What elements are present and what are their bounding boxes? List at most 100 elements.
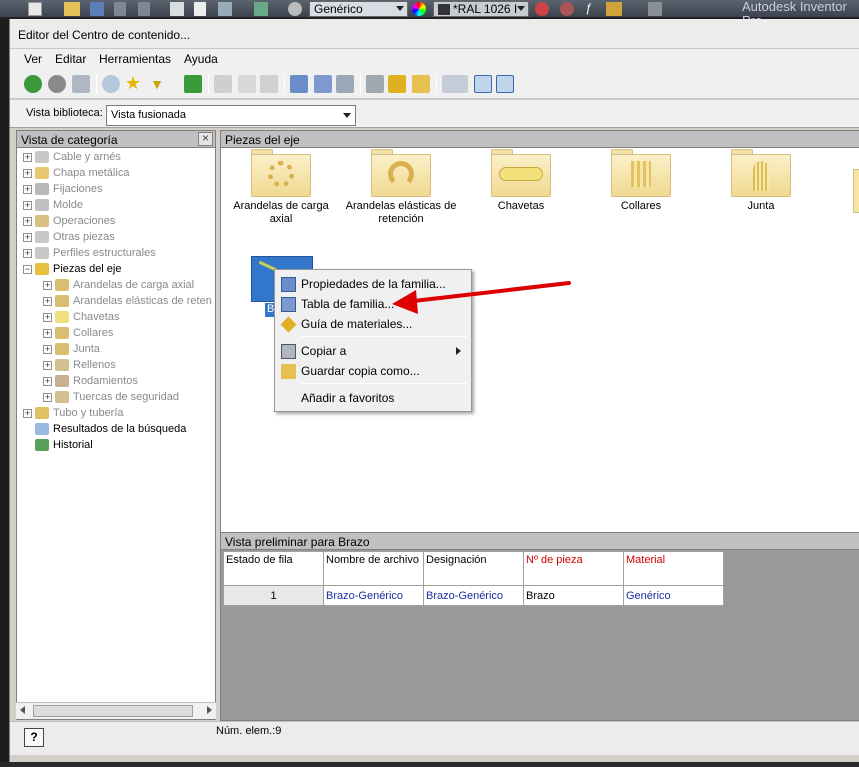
author-icon[interactable] xyxy=(412,75,430,93)
tree-item[interactable]: + Tuercas de seguridad xyxy=(43,389,179,405)
table-view-icon[interactable] xyxy=(336,75,354,93)
send-icon[interactable] xyxy=(218,2,232,16)
expand-icon[interactable]: + xyxy=(43,392,52,402)
tree-item[interactable]: + Fijaciones xyxy=(23,181,103,197)
menu-ayuda[interactable]: Ayuda xyxy=(184,52,218,66)
new-category-icon[interactable] xyxy=(214,75,232,93)
measure-icon[interactable] xyxy=(606,2,622,16)
family-folder-seal[interactable]: Junta xyxy=(701,149,821,213)
help-button[interactable]: ? xyxy=(24,728,44,747)
table-cell[interactable]: Brazo xyxy=(523,585,624,606)
family-folder-collars[interactable]: Collares xyxy=(581,149,701,213)
color-dropdown[interactable]: *RAL 1026 I xyxy=(433,1,529,17)
redo-icon[interactable] xyxy=(138,2,150,16)
delete-icon[interactable] xyxy=(260,75,278,93)
family-folder-keys[interactable]: Chavetas xyxy=(461,149,581,213)
table-cell[interactable]: Genérico xyxy=(623,585,724,606)
family-folder-axial-washers[interactable]: Arandelas de carga axial xyxy=(221,149,341,226)
print-icon[interactable] xyxy=(170,2,184,16)
refresh-icon[interactable] xyxy=(184,75,202,93)
expand-icon[interactable]: + xyxy=(43,296,52,306)
appearance-icon[interactable] xyxy=(535,2,549,16)
category-horizontal-scrollbar[interactable] xyxy=(16,702,216,719)
tree-item[interactable]: + Chavetas xyxy=(43,309,119,325)
back-icon[interactable] xyxy=(24,75,42,93)
close-icon[interactable]: × xyxy=(198,132,213,146)
expand-icon[interactable]: + xyxy=(43,328,52,338)
column-header[interactable]: Material xyxy=(623,551,724,586)
expand-icon[interactable]: + xyxy=(43,280,52,290)
list-view-icon[interactable] xyxy=(496,75,514,93)
expand-icon[interactable]: + xyxy=(23,248,32,258)
menu-ver[interactable]: Ver xyxy=(24,52,42,66)
tree-item[interactable]: Resultados de la búsqueda xyxy=(23,421,186,437)
favorites-star-icon[interactable]: ★ xyxy=(124,74,142,93)
tree-item[interactable]: + Chapa metálica xyxy=(23,165,129,181)
expand-icon[interactable]: + xyxy=(43,312,52,322)
details-view-icon[interactable] xyxy=(474,75,492,93)
move-icon[interactable] xyxy=(648,2,662,16)
views-dropdown-icon[interactable] xyxy=(442,75,468,93)
filter-icon[interactable]: ▼ xyxy=(148,75,166,93)
expand-icon[interactable]: + xyxy=(43,344,52,354)
color-wheel-icon[interactable] xyxy=(412,2,426,16)
scroll-right-icon[interactable] xyxy=(207,706,212,714)
table-cell[interactable]: Brazo-Genérico xyxy=(323,585,424,606)
expand-icon[interactable]: + xyxy=(23,408,32,418)
table-cell[interactable]: 1 xyxy=(223,585,324,606)
tree-item[interactable]: + Tubo y tubería xyxy=(23,405,124,421)
expand-icon[interactable]: + xyxy=(43,360,52,370)
tree-item[interactable]: − Piezas del eje xyxy=(23,261,122,277)
menu-item-family-table[interactable]: Tabla de familia... xyxy=(277,294,469,314)
table-row[interactable]: 1 Brazo-Genérico Brazo-Genérico Brazo Ge… xyxy=(223,585,724,606)
expand-icon[interactable]: + xyxy=(43,376,52,386)
menu-item-copy-to[interactable]: Copiar a xyxy=(277,341,469,361)
forward-icon[interactable] xyxy=(48,75,66,93)
tree-item[interactable]: + Collares xyxy=(43,325,113,341)
menu-item-family-properties[interactable]: Propiedades de la familia... xyxy=(277,274,469,294)
expand-icon[interactable]: + xyxy=(23,216,32,226)
copy-icon[interactable] xyxy=(238,75,256,93)
window-titlebar[interactable]: Editor del Centro de contenido... xyxy=(10,19,859,49)
tree-item[interactable]: + Otras piezas xyxy=(23,229,115,245)
tree-item[interactable]: + Arandelas elásticas de reten xyxy=(43,293,212,309)
family-folder-retaining-rings[interactable]: Arandelas elásticas de retención xyxy=(341,149,461,226)
menu-editar[interactable]: Editar xyxy=(55,52,86,66)
tree-item[interactable]: Historial xyxy=(23,437,93,453)
tree-item[interactable]: + Molde xyxy=(23,197,83,213)
column-header[interactable]: Nombre de archivo xyxy=(323,551,424,586)
family-properties-icon[interactable] xyxy=(290,75,308,93)
expand-icon[interactable]: + xyxy=(23,184,32,194)
expand-icon[interactable]: + xyxy=(23,168,32,178)
style-dropdown[interactable]: Genérico xyxy=(309,1,408,17)
open-folder-icon[interactable] xyxy=(64,2,80,16)
menu-herramientas[interactable]: Herramientas xyxy=(99,52,171,66)
collapse-icon[interactable]: − xyxy=(23,264,32,274)
copy-to-icon[interactable] xyxy=(366,75,384,93)
menu-item-add-favorites[interactable]: Añadir a favoritos xyxy=(277,388,469,408)
tree-item[interactable]: + Junta xyxy=(43,341,100,357)
function-icon[interactable]: ƒ xyxy=(585,2,597,16)
column-header[interactable]: Nº de pieza xyxy=(523,551,624,586)
family-table-icon[interactable] xyxy=(314,75,332,93)
scrollbar-thumb[interactable] xyxy=(33,705,193,717)
search-icon[interactable] xyxy=(102,75,120,93)
folder-icon[interactable] xyxy=(853,169,859,213)
material-guide-icon[interactable] xyxy=(388,75,406,93)
expand-icon[interactable]: + xyxy=(23,152,32,162)
menu-item-save-copy[interactable]: Guardar copia como... xyxy=(277,361,469,381)
tree-item[interactable]: + Rellenos xyxy=(43,357,116,373)
scroll-left-icon[interactable] xyxy=(20,706,25,714)
column-header[interactable]: Estado de fila xyxy=(223,551,324,586)
tree-item[interactable]: + Arandelas de carga axial xyxy=(43,277,194,293)
tree-item[interactable]: + Perfiles estructurales xyxy=(23,245,156,261)
up-level-icon[interactable] xyxy=(72,75,90,93)
table-cell[interactable]: Brazo-Genérico xyxy=(423,585,524,606)
expand-icon[interactable]: + xyxy=(23,232,32,242)
tree-item[interactable]: + Operaciones xyxy=(23,213,115,229)
save-icon[interactable] xyxy=(90,2,104,16)
clear-appearance-icon[interactable] xyxy=(560,2,574,16)
undo-icon[interactable] xyxy=(114,2,126,16)
menu-item-material-guide[interactable]: Guía de materiales... xyxy=(277,314,469,334)
library-view-select[interactable]: Vista fusionada xyxy=(106,105,356,126)
